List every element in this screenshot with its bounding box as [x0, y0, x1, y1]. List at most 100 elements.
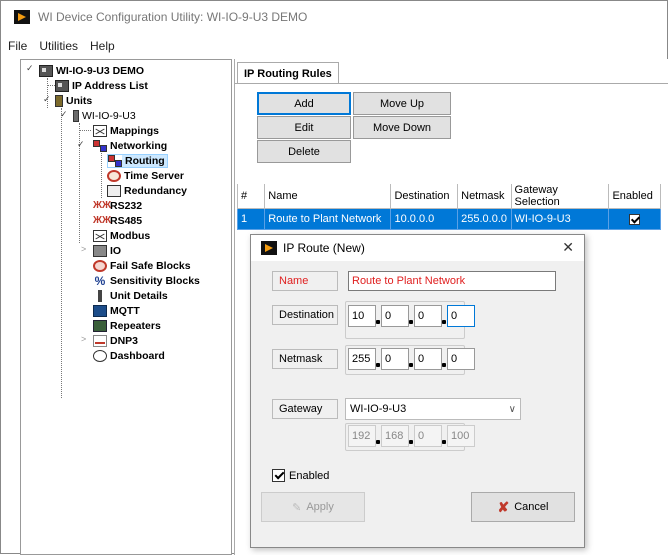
ip-separator	[409, 305, 414, 327]
collapse-arrow-icon[interactable]: ✓	[43, 94, 51, 105]
title-bar: WI Device Configuration Utility: WI-IO-9…	[1, 1, 667, 33]
name-input[interactable]: Route to Plant Network	[348, 271, 556, 291]
ip-octet-input[interactable]: 0	[414, 305, 442, 327]
tab-ip-routing-rules[interactable]: IP Routing Rules	[237, 62, 339, 84]
ip-octet-input[interactable]: 10	[348, 305, 376, 327]
button-label: Add	[294, 97, 314, 110]
button-label: Edit	[294, 121, 314, 134]
expand-arrow-icon[interactable]: >	[81, 334, 86, 344]
tree-label: Networking	[110, 140, 168, 152]
column-header[interactable]: #	[236, 184, 266, 209]
tree-item-mappings[interactable]: Mappings	[93, 124, 159, 138]
navigation-tree[interactable]: ✓ WI-IO-9-U3 DEMO IP Address List ✓ Unit…	[20, 59, 232, 555]
routing-icon	[108, 155, 122, 167]
ip-octet-input[interactable]: 0	[447, 348, 475, 370]
collapse-arrow-icon[interactable]: ✓	[26, 63, 34, 74]
modbus-icon	[93, 230, 107, 242]
column-header[interactable]: Name	[264, 184, 392, 209]
ip-octet-input[interactable]: 0	[381, 305, 409, 327]
gateway-cell: WI-IO-9-U3	[510, 208, 610, 230]
add-button[interactable]: Add	[257, 92, 351, 115]
collapse-arrow-icon[interactable]: ✓	[60, 109, 68, 120]
column-header[interactable]: Netmask	[457, 184, 512, 209]
tree-item-dnp3[interactable]: DNP3	[93, 334, 138, 348]
menu-bar: File Utilities Help	[1, 39, 121, 57]
row-number: 1	[236, 208, 266, 230]
tree-item-units[interactable]: Units	[55, 94, 92, 108]
netmask-cell: 255.0.0.0	[457, 208, 512, 230]
button-label: Apply	[306, 501, 334, 513]
tree-label: Mappings	[110, 125, 159, 137]
redundancy-icon	[107, 185, 121, 197]
tree-label: Redundancy	[124, 185, 188, 197]
ip-octet-input[interactable]: 255	[348, 348, 376, 370]
tree-label: IO	[110, 245, 122, 257]
tree-item-sensitivity-blocks[interactable]: Sensitivity Blocks	[93, 274, 200, 288]
tree-item-mqtt[interactable]: MQTT	[93, 304, 140, 318]
move-up-button[interactable]: Move Up	[353, 92, 451, 115]
tree-item-unit-details[interactable]: Unit Details	[93, 289, 168, 303]
tree-item-unit[interactable]: WI-IO-9-U3	[73, 109, 136, 123]
tree-item-modbus[interactable]: Modbus	[93, 229, 150, 243]
tree-item-routing[interactable]: Routing	[107, 154, 168, 168]
tree-item-fail-safe-blocks[interactable]: Fail Safe Blocks	[93, 259, 191, 273]
tree-label: Routing	[125, 155, 165, 167]
collapse-arrow-icon[interactable]: ✓	[77, 139, 85, 150]
dialog-title: IP Route (New)	[283, 241, 365, 255]
serial-port-icon	[93, 215, 107, 227]
gateway-select[interactable]: WI-IO-9-U3 ∨	[345, 398, 521, 420]
tab-divider	[235, 83, 668, 84]
column-header[interactable]: Destination	[390, 184, 459, 209]
enabled-toggle[interactable]: Enabled	[272, 469, 329, 482]
ip-octet-input[interactable]: 0	[381, 348, 409, 370]
tree-label: Time Server	[124, 170, 184, 182]
tree-label: IP Address List	[72, 80, 148, 92]
edit-button[interactable]: Edit	[257, 116, 351, 139]
tree-label: MQTT	[110, 305, 140, 317]
column-header[interactable]: Gateway Selection	[510, 184, 610, 209]
tree-item-rs232[interactable]: RS232	[93, 199, 142, 213]
delete-button[interactable]: Delete	[257, 140, 351, 163]
button-label: Move Down	[372, 121, 432, 134]
enabled-checkbox[interactable]	[272, 469, 285, 482]
ip-route-dialog: IP Route (New) ✕ Name Route to Plant Net…	[250, 234, 585, 548]
menu-utilities[interactable]: Utilities	[33, 39, 84, 57]
tree-item-repeaters[interactable]: Repeaters	[93, 319, 161, 333]
apply-button[interactable]: ✎ Apply	[261, 492, 365, 522]
tree-item-ip-address-list[interactable]: IP Address List	[55, 79, 148, 93]
unit-device-icon	[73, 110, 79, 122]
enabled-checkbox[interactable]	[629, 213, 641, 225]
tree-line	[47, 85, 55, 86]
close-icon[interactable]: ✕	[562, 239, 574, 256]
tree-item-redundancy[interactable]: Redundancy	[107, 184, 187, 198]
tab-strip: IP Routing Rules	[235, 59, 668, 84]
cancel-button[interactable]: ✘ Cancel	[471, 492, 575, 522]
serial-port-icon	[93, 200, 107, 212]
ip-separator	[409, 425, 414, 447]
tree-item-time-server[interactable]: Time Server	[107, 169, 184, 183]
ip-separator	[376, 425, 381, 447]
move-down-button[interactable]: Move Down	[353, 116, 451, 139]
io-icon	[93, 245, 107, 257]
percent-icon	[93, 275, 107, 287]
ip-octet-input[interactable]: 0	[414, 348, 442, 370]
tree-label: Fail Safe Blocks	[110, 260, 191, 272]
tree-item-dashboard[interactable]: Dashboard	[93, 349, 165, 363]
table-row[interactable]: 1 Route to Plant Network 10.0.0.0 255.0.…	[236, 208, 661, 230]
ip-octet-display: 0	[414, 425, 442, 447]
tree-item-root[interactable]: WI-IO-9-U3 DEMO	[39, 64, 144, 78]
column-header[interactable]: Enabled	[608, 184, 661, 209]
expand-arrow-icon[interactable]: >	[81, 244, 86, 254]
tree-item-io[interactable]: IO	[93, 244, 121, 258]
button-label: Move Up	[379, 97, 425, 110]
ip-octet-input[interactable]: 0	[447, 305, 475, 327]
table-header-row: # Name Destination Netmask Gateway Selec…	[236, 184, 661, 209]
tree-item-rs485[interactable]: RS485	[93, 214, 142, 228]
menu-file[interactable]: File	[1, 39, 33, 57]
ip-separator	[442, 305, 447, 327]
menu-help[interactable]: Help	[84, 39, 121, 57]
mqtt-icon	[93, 305, 107, 317]
app-logo-icon	[14, 10, 30, 24]
tree-item-networking[interactable]: Networking	[93, 139, 167, 153]
destination-cell: 10.0.0.0	[390, 208, 459, 230]
